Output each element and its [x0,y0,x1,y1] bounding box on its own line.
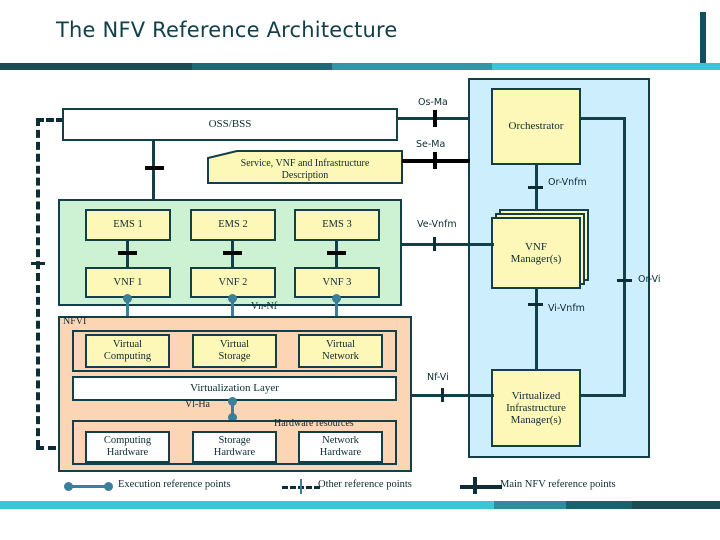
or-vi-tick [617,279,632,282]
or-vnfm-line [535,165,538,215]
or-vi-reference-label: Or-Vi [638,274,661,285]
virtual-computing-label: Virtual Computing [103,339,152,362]
ems3-vnf3-tick [327,251,346,255]
page-title: The NFV Reference Architecture [56,18,398,42]
virtual-network-box[interactable]: Virtual Network [298,334,383,368]
virtual-network-label: Virtual Network [322,339,359,362]
vnf-1-label: VNF 1 [113,276,143,288]
legend-main-line [460,485,502,489]
vn-nf-dot-3-top [332,294,341,303]
oss-bss-box[interactable]: OSS/BSS [62,108,398,141]
virtual-computing-box[interactable]: Virtual Computing [85,334,170,368]
slide-canvas: The NFV Reference Architecture OSS/BSS S… [0,0,720,540]
or-vnfm-tick [528,186,543,189]
vim-label: Virtualized Infrastructure Manager(s) [506,389,566,427]
oss-bss-label: OSS/BSS [208,118,252,131]
ems-3-label: EMS 3 [322,219,352,231]
virtual-storage-label: Virtual Storage [218,339,251,362]
other-reference-tick [31,262,45,265]
header-accent-bar [0,63,720,70]
or-vnfm-reference-label: Or-Vnfm [548,177,587,188]
oss-to-vnf-domain-line [152,141,155,199]
description-note-text: Service, VNF and Infrastructure Descript… [207,150,403,184]
ems1-vnf1-tick [118,251,137,255]
vnf-manager-label: VNF Manager(s) [510,240,562,265]
or-vi-line-vertical [623,117,626,397]
oss-to-vnf-domain-tick [145,166,164,170]
storage-hardware-label: Storage Hardware [213,435,256,458]
other-reference-dashed-top [36,118,64,122]
vl-ha-dot-top [228,397,237,406]
legend-execution-label: Execution reference points [118,479,231,490]
ems-1-box[interactable]: EMS 1 [85,209,171,241]
vi-vnfm-tick [528,303,543,306]
vn-nf-dot-1-top [123,294,132,303]
legend-other-label: Other reference points [318,479,412,490]
os-ma-tick [433,110,437,127]
footer-accent-bar [0,501,720,509]
hardware-resources-label: Hardware resources [274,418,354,429]
virtualization-layer-label: Virtualization Layer [190,382,279,395]
vnf-manager-box[interactable]: VNF Manager(s) [491,217,581,289]
orchestrator-box[interactable]: Orchestrator [491,88,581,165]
legend-main-tick [473,477,477,494]
vnf-3-label: VNF 3 [322,276,352,288]
other-reference-dashed-vertical [36,118,40,448]
description-line-2: Description [281,170,329,181]
ems-2-box[interactable]: EMS 2 [190,209,276,241]
virtual-storage-box[interactable]: Virtual Storage [192,334,277,368]
network-hardware-label: Network Hardware [319,435,362,458]
network-hardware-box[interactable]: Network Hardware [298,431,383,463]
description-line-1: Service, VNF and Infrastructure [240,157,370,169]
legend-execution-dot-left [64,482,73,491]
ve-vnfm-line [402,243,494,246]
ve-vnfm-reference-label: Ve-Vnfm [417,219,457,230]
vi-vnfm-line [535,289,538,369]
ve-vnfm-tick [433,237,436,251]
or-vi-line-top [581,117,626,120]
vn-nf-reference-label: Vn-Nf [251,301,278,312]
vl-ha-reference-label: Vl-Ha [185,399,210,410]
ems2-vnf2-tick [223,251,242,255]
service-vnf-infrastructure-description-note[interactable]: Service, VNF and Infrastructure Descript… [207,150,403,184]
nf-vi-tick [441,388,444,402]
legend-main-label: Main NFV reference points [500,479,616,490]
legend-execution-dot-right [104,482,113,491]
os-ma-reference-label: Os-Ma [418,97,448,108]
ems-1-label: EMS 1 [113,219,143,231]
computing-hardware-label: Computing Hardware [103,435,152,458]
legend-other-tick [300,479,302,494]
nf-vi-line [412,394,494,397]
or-vi-line-bottom [581,394,626,397]
nf-vi-reference-label: Nf-Vi [427,372,449,383]
computing-hardware-box[interactable]: Computing Hardware [85,431,170,463]
header-corner-accent [700,12,706,68]
storage-hardware-box[interactable]: Storage Hardware [192,431,277,463]
nfvi-panel-label: NFVI [63,316,87,327]
virtualized-infrastructure-manager-box[interactable]: Virtualized Infrastructure Manager(s) [491,369,581,447]
se-ma-tick [433,152,437,169]
vn-nf-dot-2-top [228,294,237,303]
ems-3-box[interactable]: EMS 3 [294,209,380,241]
vnf-2-label: VNF 2 [218,276,248,288]
ems-2-label: EMS 2 [218,219,248,231]
vi-vnfm-reference-label: Vi-Vnfm [548,303,585,314]
se-ma-reference-label: Se-Ma [416,139,446,150]
orchestrator-label: Orchestrator [508,120,564,133]
